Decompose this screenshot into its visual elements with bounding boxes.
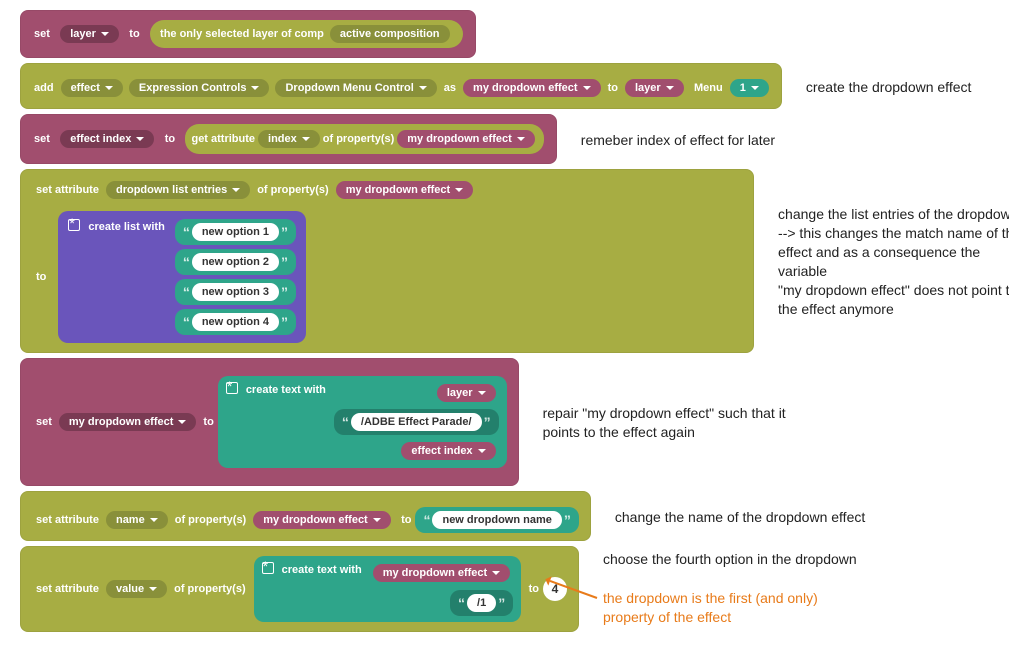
mydd-dropdown[interactable]: my dropdown effect bbox=[59, 413, 197, 431]
create-text-label: create text with bbox=[282, 564, 362, 576]
to-label: to bbox=[36, 271, 46, 283]
menu-label: Menu bbox=[694, 82, 723, 94]
add-label: add bbox=[34, 82, 54, 94]
slash1-text[interactable]: “/1” bbox=[450, 590, 513, 616]
create-list-label: create list with bbox=[88, 221, 164, 233]
of-prop-label: of property(s) bbox=[175, 514, 247, 526]
block-set-layer[interactable]: set layer to the only selected layer of … bbox=[20, 10, 476, 58]
to-label: to bbox=[529, 583, 539, 595]
to-label: to bbox=[203, 416, 213, 428]
set-attribute-label: set attribute bbox=[36, 583, 99, 595]
effect-dropdown[interactable]: effect bbox=[61, 79, 123, 97]
to-label: to bbox=[165, 133, 175, 145]
of-prop-label: of property(s) bbox=[257, 184, 329, 196]
effect-index-dropdown[interactable]: effect index bbox=[60, 130, 154, 148]
mydd-prop-pill[interactable]: my dropdown effect bbox=[397, 130, 535, 148]
option-3[interactable]: “new option 3” bbox=[175, 279, 296, 305]
block-add-effect[interactable]: add effect Expression Controls Dropdown … bbox=[20, 63, 782, 109]
layer-target-pill[interactable]: layer bbox=[625, 79, 684, 97]
block-set-dd-entries[interactable]: set attribute dropdown list entries of p… bbox=[20, 169, 754, 353]
path-text[interactable]: “/ADBE Effect Parade/” bbox=[334, 409, 499, 435]
mydd-pill[interactable]: my dropdown effect bbox=[463, 79, 601, 97]
to-label: to bbox=[129, 28, 139, 40]
set-label: set bbox=[36, 416, 52, 428]
gear-icon[interactable] bbox=[262, 562, 274, 574]
index-dropdown[interactable]: index bbox=[258, 130, 320, 148]
annotation-first-property: the dropdown is the first (and only) pro… bbox=[603, 585, 857, 631]
layer-dropdown[interactable]: layer bbox=[60, 25, 119, 43]
to-label: to bbox=[608, 82, 618, 94]
of-prop-label: of property(s) bbox=[174, 583, 246, 595]
annotation-create-dropdown: create the dropdown effect bbox=[806, 74, 972, 101]
canvas: set layer to the only selected layer of … bbox=[20, 10, 1009, 634]
set-attribute-label: set attribute bbox=[36, 184, 99, 196]
selected-layer-pill[interactable]: the only selected layer of comp active c… bbox=[150, 20, 462, 48]
option-1[interactable]: “new option 1” bbox=[175, 219, 296, 245]
name-dropdown[interactable]: name bbox=[106, 511, 168, 529]
create-text-block[interactable]: create text with my dropdown effect “/1” bbox=[254, 556, 522, 622]
expression-controls-dropdown[interactable]: Expression Controls bbox=[129, 79, 270, 97]
as-label: as bbox=[444, 82, 456, 94]
create-text-block[interactable]: create text with layer “/ADBE Effect Par… bbox=[218, 376, 507, 468]
layer-pill[interactable]: layer bbox=[437, 384, 496, 402]
annotation-choose-fourth: choose the fourth option in the dropdown bbox=[603, 546, 857, 573]
mydd-prop-pill[interactable]: my dropdown effect bbox=[253, 511, 391, 529]
value-dropdown[interactable]: value bbox=[106, 580, 167, 598]
block-set-effect-index[interactable]: set effect index to get attribute index … bbox=[20, 114, 557, 164]
dd-entries-dropdown[interactable]: dropdown list entries bbox=[106, 181, 250, 199]
ddmenu-control-dropdown[interactable]: Dropdown Menu Control bbox=[275, 79, 436, 97]
set-attribute-label: set attribute bbox=[36, 514, 99, 526]
annotation-change-entries: change the list entries of the dropdown … bbox=[778, 201, 1009, 322]
block-set-name[interactable]: set attribute name of property(s) my dro… bbox=[20, 491, 591, 541]
annotation-change-name: change the name of the dropdown effect bbox=[615, 504, 865, 531]
gear-icon[interactable] bbox=[68, 219, 80, 231]
set-label: set bbox=[34, 133, 50, 145]
new-name-text[interactable]: “new dropdown name” bbox=[415, 507, 578, 533]
create-text-label: create text with bbox=[246, 384, 326, 396]
block-set-value[interactable]: set attribute value of property(s) creat… bbox=[20, 546, 579, 632]
get-attribute-pill[interactable]: get attribute index of property(s) my dr… bbox=[185, 124, 543, 154]
block-set-mydd[interactable]: set my dropdown effect to create text wi… bbox=[20, 358, 519, 486]
annotation-repair: repair "my dropdown effect" such that it… bbox=[543, 400, 786, 446]
gear-icon[interactable] bbox=[226, 382, 238, 394]
option-2[interactable]: “new option 2” bbox=[175, 249, 296, 275]
create-list-block[interactable]: create list with “new option 1” “new opt… bbox=[58, 211, 306, 343]
to-label: to bbox=[401, 514, 411, 526]
effect-index-pill[interactable]: effect index bbox=[401, 442, 495, 460]
set-label: set bbox=[34, 28, 50, 40]
menu-index-dropdown[interactable]: 1 bbox=[730, 79, 769, 97]
active-comp-pill[interactable]: active composition bbox=[330, 25, 450, 43]
mydd-prop-pill[interactable]: my dropdown effect bbox=[336, 181, 474, 199]
annotation-remember-index: remeber index of effect for later bbox=[581, 127, 775, 154]
option-4[interactable]: “new option 4” bbox=[175, 309, 296, 335]
mydd-pill[interactable]: my dropdown effect bbox=[373, 564, 511, 582]
